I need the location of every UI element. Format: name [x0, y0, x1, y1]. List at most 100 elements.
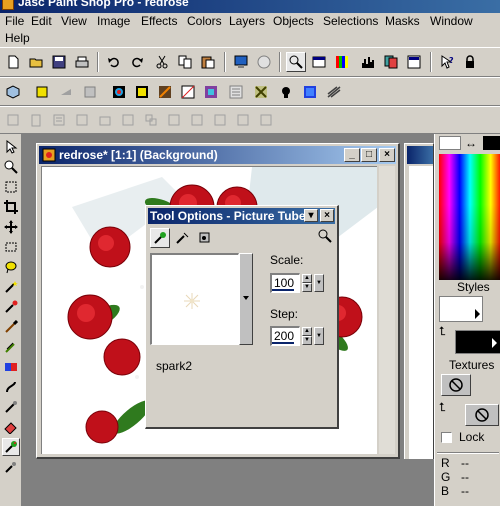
crop-tool-icon[interactable]	[2, 198, 20, 216]
step-dropdown-button[interactable]: ▼	[314, 327, 324, 345]
tool-options-titlebar[interactable]: Tool Options - Picture Tube ▾ ×	[148, 208, 335, 224]
menu-view[interactable]: View	[58, 13, 90, 29]
background-window-titlebar[interactable]	[407, 146, 433, 164]
menu-colors[interactable]: Colors	[184, 13, 225, 29]
background-window-canvas[interactable]	[409, 166, 433, 459]
paintbrush-tool-icon[interactable]	[2, 318, 20, 336]
color-palette-toggle-icon[interactable]	[332, 52, 352, 72]
effect-button-2[interactable]	[56, 82, 76, 102]
picture-tube-tool-icon[interactable]	[2, 438, 20, 456]
foreground-swatch[interactable]	[439, 136, 461, 150]
paste-icon[interactable]	[198, 52, 218, 72]
tool-options-close-button[interactable]: ×	[320, 209, 334, 222]
swap-colors-icon[interactable]: ↔	[465, 136, 479, 150]
menu-masks[interactable]: Masks	[382, 13, 423, 29]
object-button-8[interactable]	[164, 110, 184, 130]
menu-objects[interactable]: Objects	[270, 13, 317, 29]
vertical-scrollbar[interactable]	[379, 166, 395, 454]
arrow-tool-icon[interactable]	[2, 138, 20, 156]
close-button[interactable]: ×	[379, 148, 395, 162]
cut-icon[interactable]	[152, 52, 172, 72]
swap-textures-icon[interactable]: ⮤	[439, 400, 446, 415]
tube-options-tab[interactable]	[150, 228, 170, 248]
object-button-5[interactable]	[95, 110, 115, 130]
object-button-4[interactable]	[72, 110, 92, 130]
background-swatch[interactable]	[483, 136, 500, 150]
tool-options-toggle-icon[interactable]	[309, 52, 329, 72]
step-decrement-button[interactable]: ▼	[302, 336, 312, 345]
print-icon[interactable]	[72, 52, 92, 72]
effect-button-5[interactable]	[132, 82, 152, 102]
scale-increment-button[interactable]: ▲	[302, 274, 312, 283]
histogram-icon[interactable]	[358, 52, 378, 72]
zoom-icon[interactable]	[286, 52, 306, 72]
background-style-swatch[interactable]	[455, 330, 500, 354]
selection-tool-icon[interactable]	[2, 238, 20, 256]
menu-window[interactable]: Window	[427, 13, 476, 29]
tube-settings-tab[interactable]	[194, 228, 214, 248]
browse-icon[interactable]	[231, 52, 251, 72]
copy-icon[interactable]	[175, 52, 195, 72]
clone-brush-tool-icon[interactable]	[2, 338, 20, 356]
effect-button-3[interactable]	[80, 82, 100, 102]
menu-image[interactable]: Image	[94, 13, 133, 29]
object-button-2[interactable]	[26, 110, 46, 130]
menu-effects[interactable]: Effects	[138, 13, 180, 29]
lock-checkbox[interactable]	[441, 432, 452, 443]
freehand-tool-icon[interactable]	[2, 258, 20, 276]
effect-button-8[interactable]	[201, 82, 221, 102]
effect-button-11[interactable]	[276, 82, 296, 102]
redo-icon[interactable]	[127, 52, 147, 72]
effect-button-1[interactable]	[32, 82, 52, 102]
background-image-window[interactable]	[404, 143, 434, 459]
scale-decrement-button[interactable]: ▼	[302, 283, 312, 292]
magic-wand-tool-icon[interactable]	[2, 278, 20, 296]
retouch-tool-icon[interactable]	[2, 378, 20, 396]
menu-help[interactable]: Help	[2, 30, 33, 46]
image-window-titlebar[interactable]: redrose* [1:1] (Background) _ □ ×	[39, 146, 396, 164]
object-button-6[interactable]	[118, 110, 138, 130]
object-button-10[interactable]	[210, 110, 230, 130]
step-increment-button[interactable]: ▲	[302, 327, 312, 336]
help-icon[interactable]: ?	[437, 52, 457, 72]
mover-tool-icon[interactable]	[2, 218, 20, 236]
effect-button-4[interactable]	[109, 82, 129, 102]
style-dropdown-arrow-icon[interactable]	[475, 309, 480, 319]
deform-tool-icon[interactable]	[2, 178, 20, 196]
menu-selections[interactable]: Selections	[320, 13, 381, 29]
scratch-remover-tool-icon[interactable]	[2, 398, 20, 416]
object-button-3[interactable]	[49, 110, 69, 130]
menu-file[interactable]: File	[2, 13, 27, 29]
brush-options-tab[interactable]	[172, 228, 192, 248]
tool-options-help-icon[interactable]	[317, 228, 333, 244]
lock-icon[interactable]	[460, 52, 480, 72]
foreground-style-swatch[interactable]	[439, 296, 483, 322]
zoom-tool-icon[interactable]	[2, 158, 20, 176]
maximize-button[interactable]: □	[361, 148, 377, 162]
foreground-texture-none-button[interactable]	[441, 374, 471, 396]
object-button-7[interactable]	[141, 110, 161, 130]
tool-options-dialog[interactable]: Tool Options - Picture Tube ▾ × spark2 S…	[145, 205, 339, 429]
effect-button-12[interactable]	[300, 82, 320, 102]
eraser-tool-icon[interactable]	[2, 418, 20, 436]
effect-button-10[interactable]	[251, 82, 271, 102]
background-texture-none-button[interactable]	[465, 404, 499, 426]
tube-dropdown-button[interactable]	[239, 253, 253, 345]
save-icon[interactable]	[49, 52, 69, 72]
effect-button-6[interactable]	[155, 82, 175, 102]
undo-icon[interactable]	[104, 52, 124, 72]
effect-button-13[interactable]	[324, 82, 344, 102]
color-spectrum[interactable]	[439, 154, 500, 280]
app-title-bar[interactable]: Jasc Paint Shop Pro - redrose	[0, 0, 500, 13]
effect-button-9[interactable]	[226, 82, 246, 102]
dropper-tool-icon[interactable]	[2, 298, 20, 316]
overview-icon[interactable]	[404, 52, 424, 72]
scale-dropdown-button[interactable]: ▼	[314, 274, 324, 292]
airbrush-tool-icon[interactable]	[2, 458, 20, 476]
object-button-1[interactable]	[3, 110, 23, 130]
open-file-icon[interactable]	[26, 52, 46, 72]
minimize-button[interactable]: _	[344, 148, 360, 162]
menu-layers[interactable]: Layers	[226, 13, 268, 29]
new-file-icon[interactable]	[3, 52, 23, 72]
object-button-12[interactable]	[256, 110, 276, 130]
